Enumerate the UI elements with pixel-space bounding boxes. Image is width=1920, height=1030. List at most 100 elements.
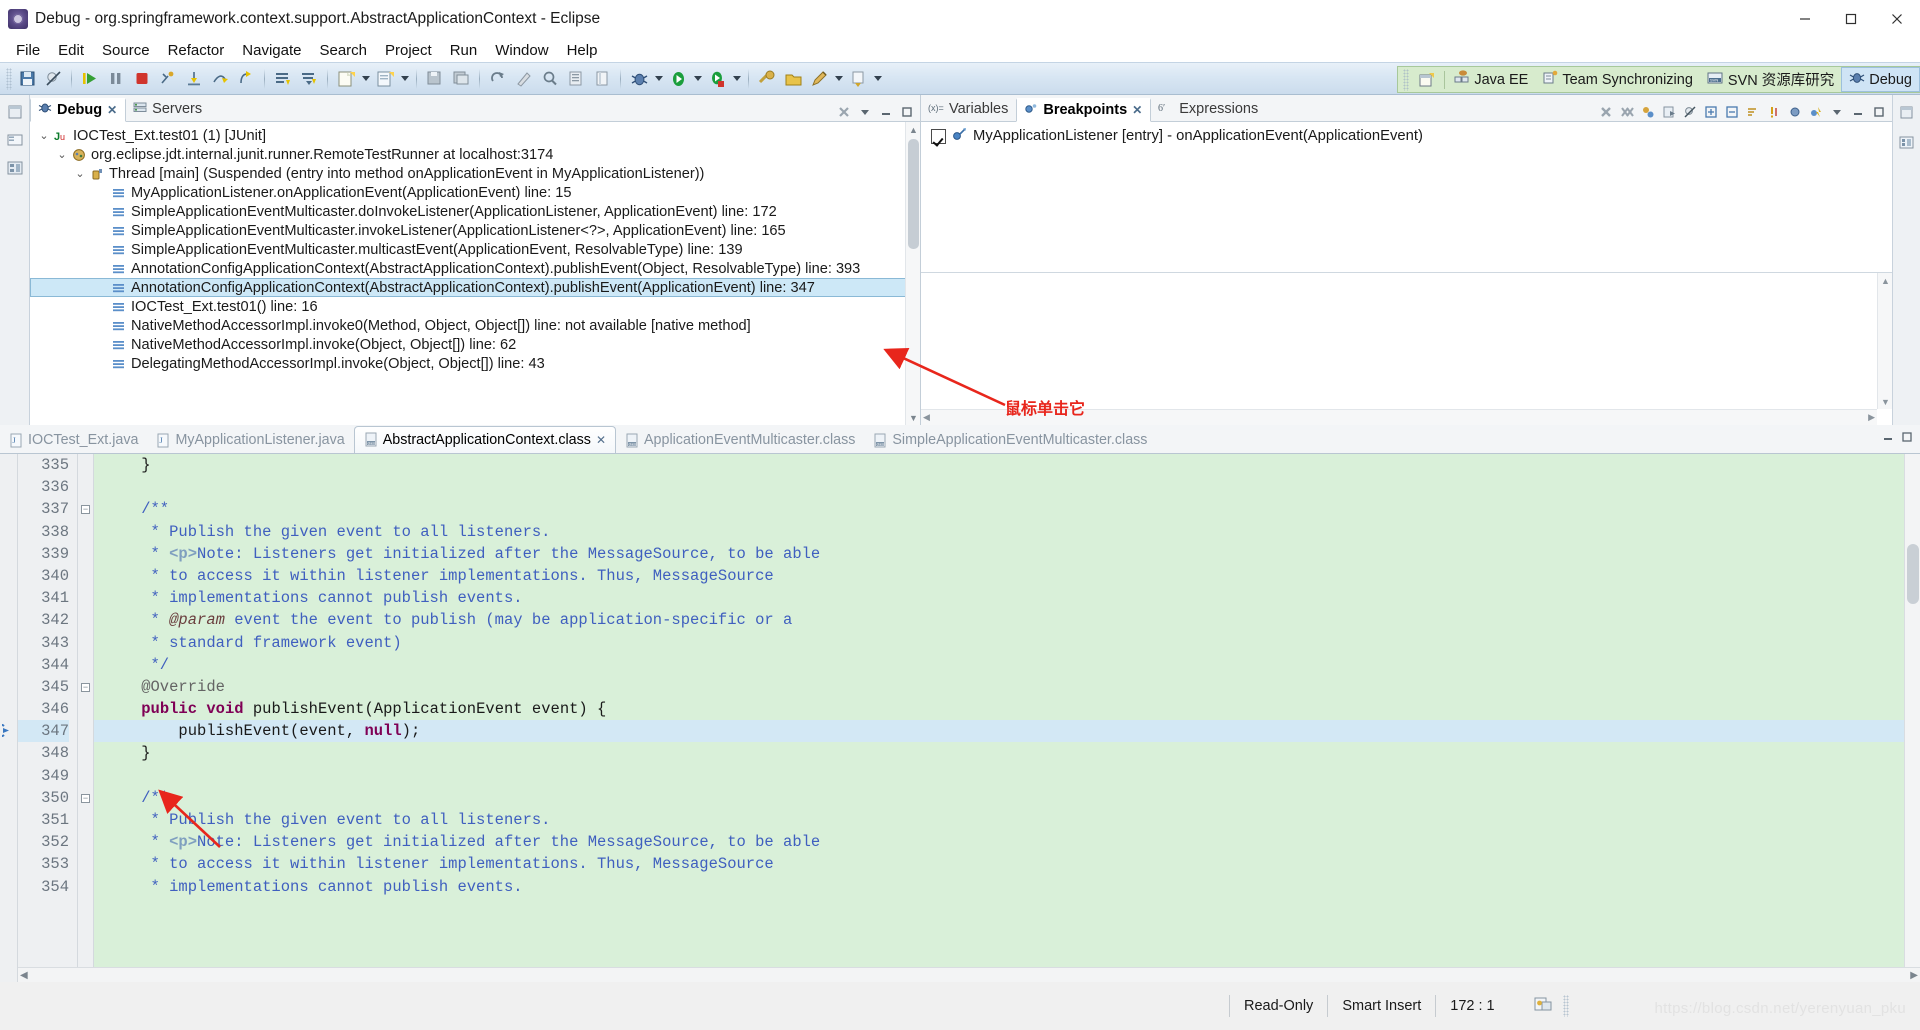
run-dropdown-icon[interactable]	[691, 66, 704, 92]
code-line[interactable]: * Publish the given event to all listene…	[94, 521, 1904, 543]
scroll-right-icon[interactable]: ▶	[1910, 970, 1918, 981]
debug-stack-tree[interactable]: ⌄ Ju IOCTest_Ext.test01 (1) [JUnit] ⌄ org.ec…	[30, 122, 920, 373]
close-icon[interactable]: ✕	[596, 433, 606, 447]
step-return-icon[interactable]	[233, 66, 259, 92]
debug-dropdown-icon[interactable]	[652, 66, 665, 92]
menu-edit[interactable]: Edit	[49, 41, 93, 60]
minimize-button[interactable]	[1782, 0, 1828, 38]
scroll-right-icon[interactable]: ▶	[1868, 412, 1875, 423]
next-annotation-icon[interactable]	[845, 66, 871, 92]
menu-source[interactable]: Source	[93, 41, 159, 60]
editor-horizontal-scrollbar[interactable]: ◀ ▶	[18, 967, 1920, 982]
next-annotation-dropdown-icon[interactable]	[871, 66, 884, 92]
close-icon[interactable]: ✕	[1132, 103, 1142, 117]
coverage-icon[interactable]	[704, 66, 730, 92]
code-line[interactable]	[94, 765, 1904, 787]
minimize-icon[interactable]	[876, 102, 895, 121]
writable-state-icon[interactable]	[1533, 994, 1553, 1018]
sort-icon[interactable]	[1743, 102, 1762, 121]
view-menu-icon[interactable]	[1827, 102, 1846, 121]
perspective-bar-grip[interactable]	[1403, 68, 1410, 91]
open-perspective-icon[interactable]	[780, 66, 806, 92]
editor-tab[interactable]: J IOCTest_Ext.java	[0, 428, 147, 453]
debug-tree-node[interactable]: NativeMethodAccessorImpl.invoke0(Method,…	[30, 316, 920, 335]
print-icon[interactable]	[448, 66, 474, 92]
scrollbar-thumb[interactable]	[1907, 544, 1919, 604]
chevron-down-icon[interactable]: ⌄	[38, 130, 50, 142]
remove-all-terminated-icon[interactable]	[834, 102, 853, 121]
breakpoint-checkbox[interactable]	[931, 128, 946, 144]
scroll-left-icon[interactable]: ◀	[20, 970, 28, 981]
restore-view-icon[interactable]	[4, 101, 26, 123]
close-icon[interactable]: ✕	[107, 103, 117, 117]
detail-vertical-scrollbar[interactable]: ▲ ▼	[1877, 273, 1892, 409]
open-perspective-button[interactable]	[1411, 70, 1442, 90]
code-line[interactable]: */	[94, 654, 1904, 676]
code-line[interactable]: @Override	[94, 676, 1904, 698]
debug-tree-node[interactable]: SimpleApplicationEventMulticaster.doInvo…	[30, 202, 920, 221]
use-step-filters-icon[interactable]	[296, 66, 322, 92]
resume-icon[interactable]	[77, 66, 103, 92]
code-line[interactable]: * @param event the event to publish (may…	[94, 609, 1904, 631]
code-line[interactable]: }	[94, 742, 1904, 764]
collapse-all-icon[interactable]	[1722, 102, 1741, 121]
debug-tree-node[interactable]: NativeMethodAccessorImpl.invoke(Object, …	[30, 335, 920, 354]
go-to-file-icon[interactable]	[1659, 102, 1678, 121]
code-line[interactable]: * <p>Note: Listeners get initialized aft…	[94, 831, 1904, 853]
toolbar-grip[interactable]	[6, 67, 12, 90]
code-line[interactable]: * to access it within listener implement…	[94, 565, 1904, 587]
code-line[interactable]: * standard framework event)	[94, 632, 1904, 654]
external-tools-icon[interactable]	[754, 66, 780, 92]
debug-icon[interactable]	[626, 66, 652, 92]
outline-icon[interactable]	[4, 157, 26, 179]
run-icon[interactable]	[665, 66, 691, 92]
maximize-button[interactable]	[1828, 0, 1874, 38]
menu-search[interactable]: Search	[310, 41, 376, 60]
maximize-icon[interactable]	[1900, 430, 1914, 444]
code-line[interactable]: /**	[94, 787, 1904, 809]
menu-refactor[interactable]: Refactor	[159, 41, 234, 60]
skip-breakpoints-icon[interactable]	[40, 66, 66, 92]
editor-tab[interactable]: J MyApplicationListener.java	[147, 428, 353, 453]
menu-project[interactable]: Project	[376, 41, 441, 60]
minimize-icon[interactable]	[1848, 102, 1867, 121]
save-icon[interactable]	[14, 66, 40, 92]
close-button[interactable]	[1874, 0, 1920, 38]
perspective-java-ee[interactable]: Java EE	[1447, 68, 1535, 91]
code-line[interactable]: * to access it within listener implement…	[94, 853, 1904, 875]
menu-run[interactable]: Run	[441, 41, 487, 60]
remove-breakpoint-icon[interactable]	[1596, 102, 1615, 121]
refresh-icon[interactable]	[485, 66, 511, 92]
code-line[interactable]: * Publish the given event to all listene…	[94, 809, 1904, 831]
new-java-project-dropdown-icon[interactable]	[359, 66, 372, 92]
restore-view-icon[interactable]	[1896, 101, 1918, 123]
list-item[interactable]: MyApplicationListener [entry] - onApplic…	[921, 122, 1892, 146]
debug-tree-node[interactable]: IOCTest_Ext.test01() line: 16	[30, 297, 920, 316]
tab-debug[interactable]: Debug ✕	[30, 98, 127, 122]
editor-code-area[interactable]: } /** * Publish the given event to all l…	[94, 454, 1904, 982]
fold-collapse-icon[interactable]: −	[78, 787, 93, 809]
menu-help[interactable]: Help	[558, 41, 607, 60]
skip-all-breakpoints-icon[interactable]	[1680, 102, 1699, 121]
drop-to-frame-icon[interactable]	[270, 66, 296, 92]
debug-tree-node[interactable]: SimpleApplicationEventMulticaster.multic…	[30, 240, 920, 259]
disconnect-icon[interactable]	[155, 66, 181, 92]
code-line[interactable]: publishEvent(event, null);	[94, 720, 1904, 743]
last-edit-icon[interactable]	[511, 66, 537, 92]
new-file-icon[interactable]	[372, 66, 398, 92]
menu-navigate[interactable]: Navigate	[233, 41, 310, 60]
perspective-team-synchronizing[interactable]: Team Synchronizing	[1535, 68, 1700, 91]
fold-collapse-icon[interactable]: −	[78, 676, 93, 698]
suspend-icon[interactable]	[103, 66, 129, 92]
maximize-icon[interactable]	[897, 102, 916, 121]
chevron-down-icon[interactable]: ⌄	[56, 149, 68, 161]
link-with-debug-view-icon[interactable]	[1638, 102, 1657, 121]
open-task-icon[interactable]	[589, 66, 615, 92]
editor-vertical-scrollbar[interactable]	[1904, 454, 1920, 982]
pencil-dropdown-icon[interactable]	[832, 66, 845, 92]
scroll-down-icon[interactable]: ▼	[906, 410, 920, 425]
search-icon[interactable]	[537, 66, 563, 92]
menu-window[interactable]: Window	[486, 41, 557, 60]
debug-tree-node[interactable]: ⌄ Ju IOCTest_Ext.test01 (1) [JUnit]	[30, 126, 920, 145]
scroll-up-icon[interactable]: ▲	[1878, 273, 1892, 288]
